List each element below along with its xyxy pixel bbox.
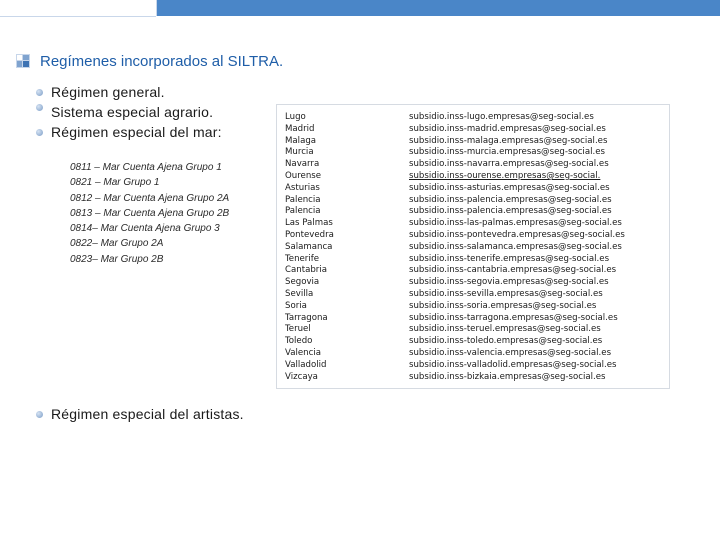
province-cell: Pontevedra xyxy=(285,229,334,240)
province-cell: Tarragona xyxy=(285,312,328,323)
table-row: Lugo subsidio.inss-lugo.empresas@seg-soci… xyxy=(285,112,625,124)
code-item: 0811 – Mar Cuenta Ajena Grupo 1 xyxy=(70,162,222,173)
code-item: 0814– Mar Cuenta Ajena Grupo 3 xyxy=(70,223,220,235)
bullet-dot-icon xyxy=(36,103,43,111)
code-item: 0822– Mar Grupo 2A xyxy=(70,238,164,250)
email-cell: subsidio.inss-murcia.empresas@seg-social… xyxy=(409,147,605,158)
email-cell: subsidio.inss-lugo.empresas@seg-social.e… xyxy=(409,112,594,122)
email-cell: subsidio.inss-valencia.empresas@seg-soci… xyxy=(409,347,612,358)
table-row: Cantabria subsidio.inss-cantabria.empresa… xyxy=(285,265,625,277)
bullet-text: Régimen especial del artistas. xyxy=(51,406,244,422)
code-item: 0813 – Mar Cuenta Ajena Grupo 2B xyxy=(70,207,230,219)
email-cell: subsidio.inss-soria.empresas@seg-social.… xyxy=(409,300,597,311)
province-cell: Soria xyxy=(285,300,307,311)
table-row: Pontevedra subsidio.inss-pontevedra.empre… xyxy=(285,230,625,242)
province-cell: Malaga xyxy=(285,135,317,146)
table-row: Soria subsidio.inss-soria.empresas@seg-so… xyxy=(285,301,625,313)
province-cell: Navarra xyxy=(285,159,320,170)
bullet-item-artistas: Régimen especial del artistas. xyxy=(36,404,244,424)
table-row: Sevilla subsidio.inss-sevilla.empresas@se… xyxy=(285,289,625,301)
province-cell: Toledo xyxy=(285,336,313,347)
table-row: Tenerife subsidio.inss-tenerife.empresas@… xyxy=(285,254,625,266)
email-cell: subsidio.inss-bizkaia.empresas@seg-socia… xyxy=(409,371,606,382)
page-title: Regímenes incorporados al SILTRA. xyxy=(40,52,284,70)
email-cell: subsidio.inss-toledo.empresas@seg-social… xyxy=(409,336,603,347)
table-row: Ourense subsidio.inss-ourense.empresas@se… xyxy=(285,171,625,183)
bullet-item: Sistema especial agrario. xyxy=(36,102,222,122)
table-row: Teruel subsidio.inss-teruel.empresas@seg-… xyxy=(285,324,625,336)
province-cell: Segovia xyxy=(285,277,320,288)
header-accent-bar xyxy=(157,0,720,16)
email-cell: subsidio.inss-palencia.empresas@seg-soci… xyxy=(409,194,612,205)
bullet-text: Régimen especial del mar: xyxy=(51,124,222,140)
bullet-item: Régimen especial del mar: xyxy=(36,122,222,142)
email-cell: subsidio.inss-pontevedra.empresas@seg-so… xyxy=(409,229,625,240)
email-cell: subsidio.inss-palencia.empresas@seg-soci… xyxy=(409,206,612,217)
regimen-bullet-list: Régimen general. Sistema especial agrari… xyxy=(36,82,222,142)
bullet-item: Régimen general. xyxy=(36,82,222,102)
table-row: Murcia subsidio.inss-murcia.empresas@seg-… xyxy=(285,147,625,159)
slide-title: Regímenes incorporados al SILTRA. xyxy=(16,50,283,72)
province-cell: Cantabria xyxy=(285,265,327,276)
email-cell: subsidio.inss-navarra.empresas@seg-socia… xyxy=(409,159,609,170)
table-row: Segovia subsidio.inss-segovia.empresas@se… xyxy=(285,277,625,289)
province-cell: Palencia xyxy=(285,206,321,217)
email-cell: subsidio.inss-ourense.empresas@seg-socia… xyxy=(409,170,601,181)
email-cell: subsidio.inss-tenerife.empresas@seg-soci… xyxy=(409,253,610,264)
mar-code-list: 0811 – Mar Cuenta Ajena Grupo 1 0821 – M… xyxy=(70,160,229,267)
table-row: Las Palmas subsidio.inss-las-palmas.empre… xyxy=(285,218,625,230)
email-cell: subsidio.inss-asturias.empresas@seg-soci… xyxy=(409,182,610,193)
code-item: 0821 – Mar Grupo 1 xyxy=(70,177,160,189)
code-item: 0823– Mar Grupo 2B xyxy=(70,253,164,265)
table-row: Valladolid subsidio.inss-valladolid.empre… xyxy=(285,360,625,372)
table-row: Navarra subsidio.inss-navarra.empresas@se… xyxy=(285,159,625,171)
code-item: 0812 – Mar Cuenta Ajena Grupo 2A xyxy=(70,192,230,204)
province-cell: Madrid xyxy=(285,123,315,134)
province-cell: Tenerife xyxy=(285,253,320,264)
email-table: Lugo subsidio.inss-lugo.empresas@seg-soci… xyxy=(285,112,625,383)
table-row: Madrid subsidio.inss-madrid.empresas@seg-… xyxy=(285,124,625,136)
email-cell: subsidio.inss-cantabria.empresas@seg-soc… xyxy=(409,265,617,276)
province-cell: Vizcaya xyxy=(285,371,318,382)
bullet-text: Régimen general. xyxy=(51,84,165,100)
bullet-dot-icon xyxy=(36,128,43,136)
province-cell: Salamanca xyxy=(285,241,333,252)
province-cell: Valencia xyxy=(285,347,321,358)
email-cell: subsidio.inss-segovia.empresas@seg-socia… xyxy=(409,277,609,288)
province-cell: Murcia xyxy=(285,147,314,158)
province-cell: Ourense xyxy=(285,170,322,181)
table-row: Tarragona subsidio.inss-tarragona.empresa… xyxy=(285,313,625,325)
email-cell: subsidio.inss-madrid.empresas@seg-social… xyxy=(409,123,606,134)
bullet-dot-icon xyxy=(36,410,43,418)
table-row: Toledo subsidio.inss-toledo.empresas@seg-… xyxy=(285,336,625,348)
province-cell: Las Palmas xyxy=(285,218,333,229)
table-row: Vizcaya subsidio.inss-bizkaia.empresas@se… xyxy=(285,372,625,384)
table-row: Valencia subsidio.inss-valencia.empresas@… xyxy=(285,348,625,360)
bullet-text: Sistema especial agrario. xyxy=(51,104,214,120)
table-row: Salamanca subsidio.inss-salamanca.empresa… xyxy=(285,242,625,254)
table-row: Malaga subsidio.inss-malaga.empresas@seg-… xyxy=(285,136,625,148)
province-cell: Sevilla xyxy=(285,288,314,299)
email-cell: subsidio.inss-las-palmas.empresas@seg-so… xyxy=(409,218,622,229)
email-cell: subsidio.inss-malaga.empresas@seg-social… xyxy=(409,135,608,146)
email-cell: subsidio.inss-valladolid.empresas@seg-so… xyxy=(409,359,617,370)
table-row: Palencia subsidio.inss-palencia.empresas@… xyxy=(285,206,625,218)
table-row: Palencia subsidio.inss-palencia.empresas@… xyxy=(285,195,625,207)
province-cell: Palencia xyxy=(285,194,321,205)
bullet-dot-icon xyxy=(36,88,43,96)
table-row: Asturias subsidio.inss-asturias.empresas@… xyxy=(285,183,625,195)
slide-bullet-icon xyxy=(16,54,30,68)
header-bar-left xyxy=(0,0,156,17)
email-table-image: Lugo subsidio.inss-lugo.empresas@seg-soci… xyxy=(276,104,670,389)
province-cell: Teruel xyxy=(285,324,311,335)
province-cell: Valladolid xyxy=(285,359,327,370)
email-cell: subsidio.inss-salamanca.empresas@seg-soc… xyxy=(409,241,622,252)
province-cell: Asturias xyxy=(285,182,320,193)
email-cell: subsidio.inss-tarragona.empresas@seg-soc… xyxy=(409,312,618,323)
email-cell: subsidio.inss-sevilla.empresas@seg-socia… xyxy=(409,288,603,299)
email-cell: subsidio.inss-teruel.empresas@seg-social… xyxy=(409,324,601,335)
province-cell: Lugo xyxy=(285,112,306,122)
